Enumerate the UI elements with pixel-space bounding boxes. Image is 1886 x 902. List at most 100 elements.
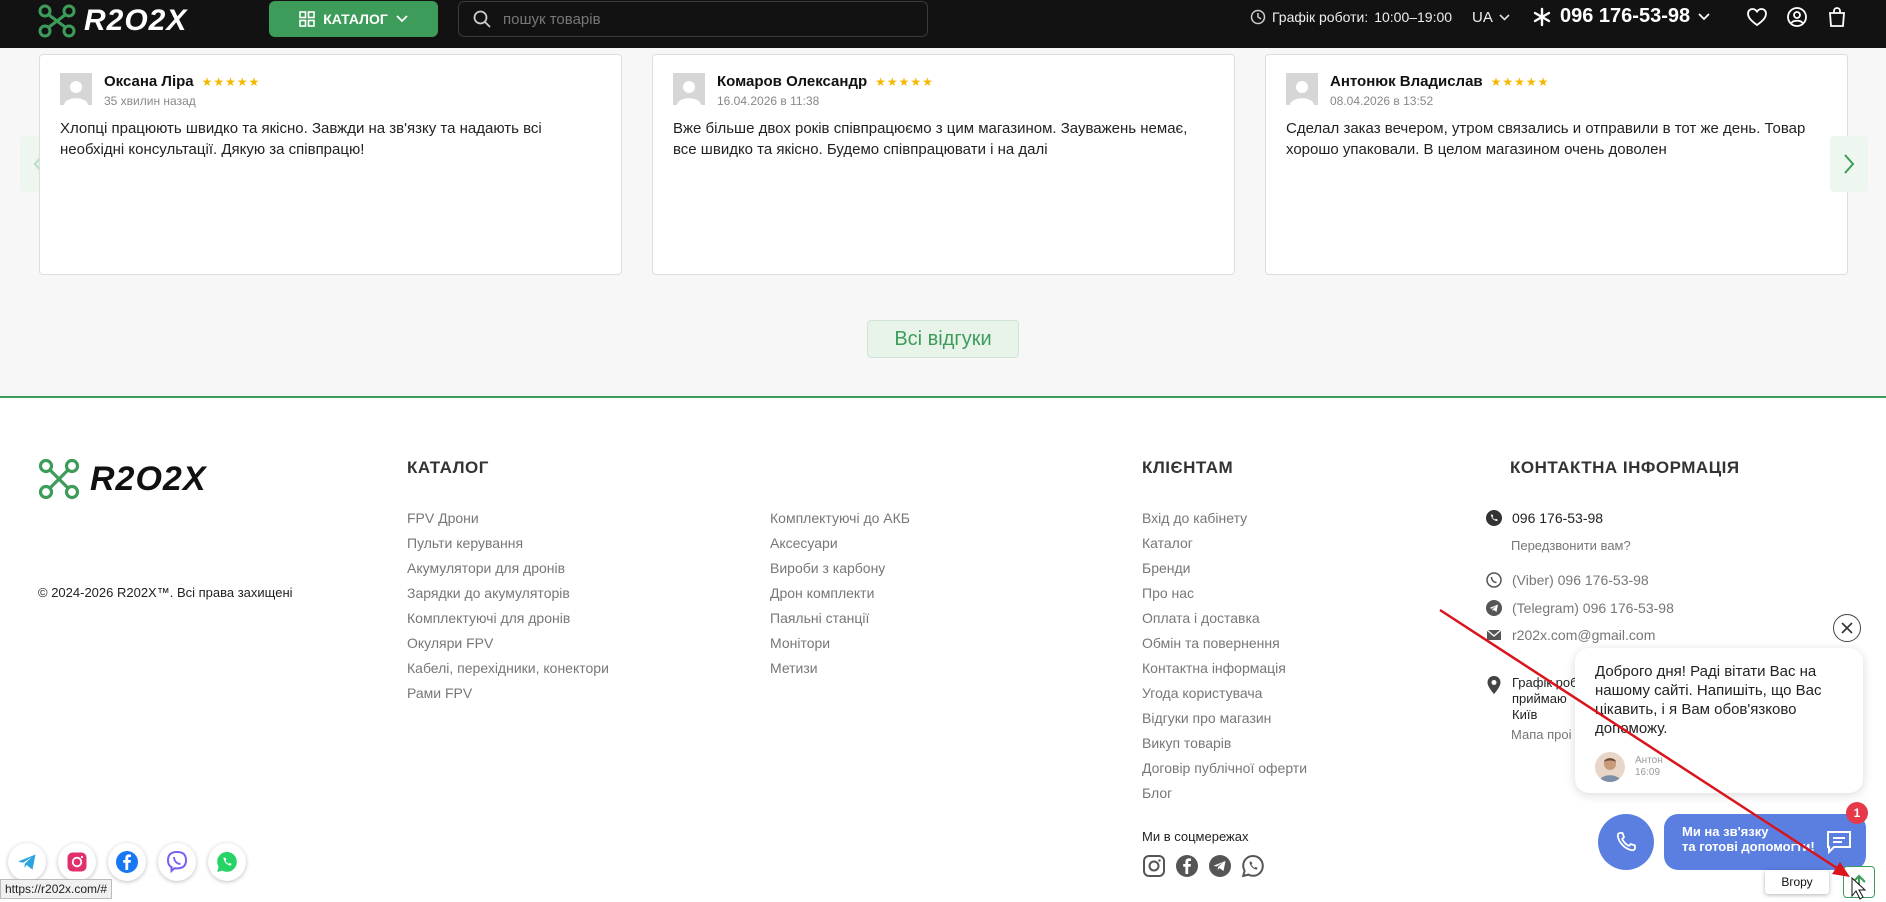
chat-message-text: Доброго дня! Раді вітати Вас на нашому с… xyxy=(1595,663,1822,737)
header-phone[interactable]: 096 176-53-98 xyxy=(1532,5,1710,28)
chat-unread-badge: 1 xyxy=(1846,802,1868,824)
language-selector[interactable]: UA xyxy=(1472,9,1510,26)
search-input[interactable] xyxy=(503,10,903,28)
float-viber-button[interactable] xyxy=(158,843,196,881)
footer-logo[interactable]: R2O2X xyxy=(38,458,207,500)
work-schedule: Графік роботи: 10:00–19:00 xyxy=(1250,9,1452,25)
operator-avatar xyxy=(1595,752,1625,782)
chevron-down-icon xyxy=(1698,12,1710,20)
whatsapp-icon xyxy=(217,852,237,872)
instagram-icon[interactable] xyxy=(1142,854,1166,878)
review-text: Вже більше двох років співпрацюємо з цим… xyxy=(673,120,1188,158)
chevron-down-icon xyxy=(396,15,408,23)
instagram-icon xyxy=(67,852,87,872)
footer-link[interactable]: Каталог xyxy=(1142,535,1307,560)
footer-link[interactable]: Контактна інформація xyxy=(1142,660,1307,685)
footer-link[interactable]: Комплектуючі до АКБ xyxy=(770,510,910,535)
footer-link[interactable]: FPV Дрони xyxy=(407,510,609,535)
facebook-icon[interactable] xyxy=(1175,854,1199,878)
float-facebook-button[interactable] xyxy=(108,843,146,881)
footer-link[interactable]: Аксесуари xyxy=(770,535,910,560)
reviews-section: Оксана Ліра ★★★★★ 35 хвилин назад Хлопці … xyxy=(0,48,1886,398)
footer-link[interactable]: Угода користувача xyxy=(1142,685,1307,710)
float-telegram-button[interactable] xyxy=(8,843,46,881)
review-stars: ★★★★★ xyxy=(201,75,261,89)
footer-link[interactable]: Окуляри FPV xyxy=(407,635,609,660)
scroll-top-tooltip: Вгору xyxy=(1765,870,1829,894)
footer-link[interactable]: Про нас xyxy=(1142,585,1307,610)
chat-open-button[interactable]: Ми на зв'язку та готові допомогти! xyxy=(1664,814,1866,870)
telegram-icon xyxy=(1486,600,1502,616)
footer-link[interactable]: Оплата і доставка xyxy=(1142,610,1307,635)
callback-label: Передзвонити вам? xyxy=(1511,538,1631,553)
footer-link[interactable]: Викуп товарів xyxy=(1142,735,1307,760)
footer-contacts-title: КОНТАКТНА ІНФОРМАЦІЯ xyxy=(1510,458,1740,477)
review-text: Хлопці працюють швидко та якісно. Завжди… xyxy=(60,120,542,158)
floating-socials xyxy=(8,843,246,881)
footer-link[interactable]: Обмін та повернення xyxy=(1142,635,1307,660)
header-actions xyxy=(1746,6,1848,28)
contact-address: Графік роб приймаю Київ xyxy=(1486,675,1578,723)
facebook-icon xyxy=(116,851,138,873)
footer-link[interactable]: Пульти керування xyxy=(407,535,609,560)
review-stars: ★★★★★ xyxy=(1490,75,1550,89)
footer-link[interactable]: Дрон комплекти xyxy=(770,585,910,610)
footer-logo-text: R2O2X xyxy=(90,459,207,498)
footer-link[interactable]: Договір публічної оферти xyxy=(1142,760,1307,785)
user-photo-icon xyxy=(1599,758,1621,782)
telegram-icon[interactable] xyxy=(1208,854,1232,878)
footer-link[interactable]: Метизи xyxy=(770,660,910,685)
heart-icon[interactable] xyxy=(1746,6,1768,28)
catalog-button[interactable]: КАТАЛОГ xyxy=(269,1,438,37)
review-author: Оксана Ліра xyxy=(104,73,194,90)
chat-author: Антон 16:09 xyxy=(1595,752,1663,782)
chat-pill-line: Ми на зв'язку xyxy=(1682,824,1769,839)
copyright-text: © 2024-2026 R202X™. Всі права захищені xyxy=(38,585,293,600)
review-date: 35 хвилин назад xyxy=(104,94,196,108)
map-link-label: Мапа проі xyxy=(1511,727,1572,742)
footer-link[interactable]: Бренди xyxy=(1142,560,1307,585)
socials-label: Ми в соцмережах xyxy=(1142,829,1249,844)
chat-call-button[interactable] xyxy=(1598,814,1654,870)
footer-link[interactable]: Акумулятори для дронів xyxy=(407,560,609,585)
contact-viber-text: (Viber) 096 176-53-98 xyxy=(1512,572,1649,588)
whatsapp-icon[interactable] xyxy=(1241,854,1265,878)
contact-phone[interactable]: 096 176-53-98 xyxy=(1486,510,1603,526)
cart-icon[interactable] xyxy=(1826,6,1848,28)
language-label: UA xyxy=(1472,9,1493,26)
scroll-top-button[interactable] xyxy=(1843,866,1875,898)
footer-link[interactable]: Рами FPV xyxy=(407,685,609,710)
float-instagram-button[interactable] xyxy=(58,843,96,881)
review-date: 16.04.2026 в 11:38 xyxy=(717,94,820,108)
footer-link[interactable]: Монітори xyxy=(770,635,910,660)
contact-email[interactable]: r202x.com@gmail.com xyxy=(1486,627,1655,643)
footer-link[interactable]: Відгуки про магазин xyxy=(1142,710,1307,735)
footer-link[interactable]: Комплектуючі для дронів xyxy=(407,610,609,635)
user-placeholder-icon xyxy=(677,81,701,105)
chat-author-name: Антон xyxy=(1635,755,1663,766)
site-header: R2O2X КАТАЛОГ Графік роботи: 10:00–19:00… xyxy=(0,0,1886,48)
contact-telegram[interactable]: (Telegram) 096 176-53-98 xyxy=(1486,600,1674,616)
status-url-bar: https://r202x.com/# xyxy=(0,879,113,899)
search-box[interactable] xyxy=(458,1,928,37)
callback-link[interactable]: Передзвонити вам? xyxy=(1511,538,1631,553)
reviews-next-button[interactable] xyxy=(1830,136,1868,192)
footer-link[interactable]: Паяльні станції xyxy=(770,610,910,635)
address-line: Графік роб xyxy=(1512,675,1578,690)
footer-link[interactable]: Блог xyxy=(1142,785,1307,810)
footer-link[interactable]: Зарядки до акумуляторів xyxy=(407,585,609,610)
chat-close-button[interactable] xyxy=(1833,614,1861,642)
float-whatsapp-button[interactable] xyxy=(208,843,246,881)
footer-link[interactable]: Вхід до кабінету xyxy=(1142,510,1307,535)
contact-viber[interactable]: (Viber) 096 176-53-98 xyxy=(1486,572,1649,588)
arrow-up-icon xyxy=(1852,874,1866,889)
user-icon[interactable] xyxy=(1786,6,1808,28)
footer-link[interactable]: Вироби з карбону xyxy=(770,560,910,585)
header-logo[interactable]: R2O2X xyxy=(38,4,187,38)
all-reviews-button[interactable]: Всі відгуки xyxy=(867,320,1019,358)
footer-link[interactable]: Кабелі, перехідники, конектори xyxy=(407,660,609,685)
chat-message-bubble[interactable]: Доброго дня! Раді вітати Вас на нашому с… xyxy=(1575,648,1863,793)
clock-icon xyxy=(1250,9,1266,25)
map-link[interactable]: Мапа проі xyxy=(1511,727,1571,742)
review-stars: ★★★★★ xyxy=(875,75,934,89)
